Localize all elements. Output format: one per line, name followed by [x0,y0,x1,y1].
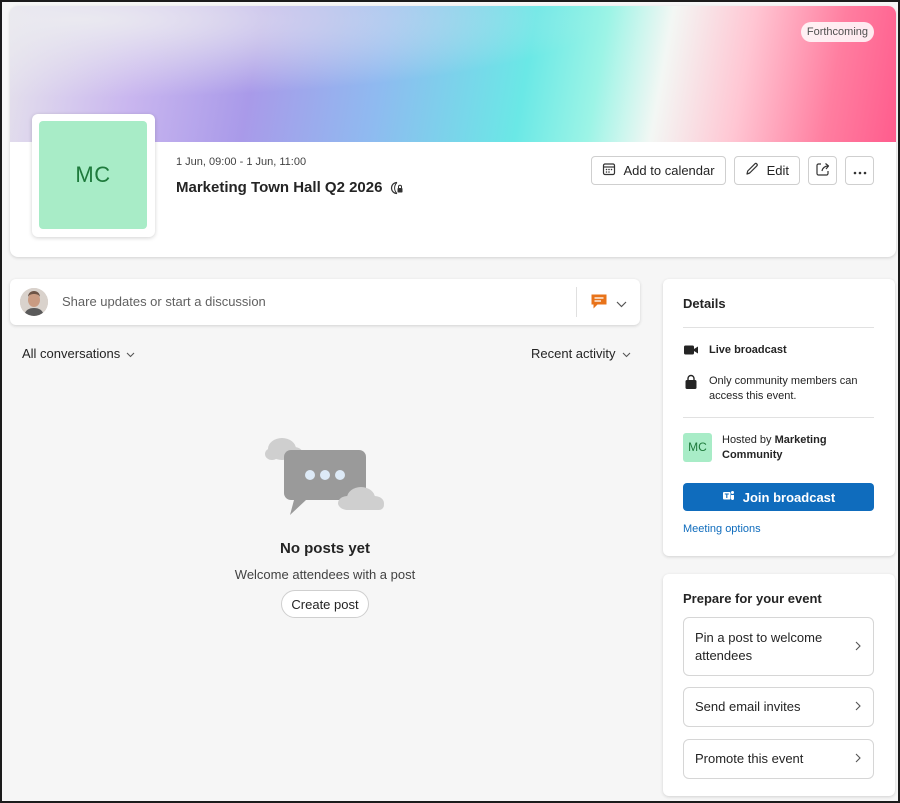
add-to-calendar-label: Add to calendar [623,163,715,178]
chevron-down-icon [126,346,135,361]
event-actions: Add to calendar Edit [590,156,874,185]
broadcast-type-label: Live broadcast [709,344,787,356]
chevron-down-icon [616,295,627,313]
pencil-icon [745,162,759,179]
conversation-filter-label: All conversations [22,346,121,361]
event-header-card: Forthcoming MC 1 Jun, 09:00 - 1 Jun, 11:… [10,6,896,257]
host-name-line-1[interactable]: Marketing [775,434,827,446]
prep-item-pin-post[interactable]: Pin a post to welcome attendees [683,617,874,676]
host-row: MC Hosted by Marketing Community [683,433,827,463]
details-title: Details [683,296,726,311]
divider [683,327,874,328]
lock-icon [683,374,699,404]
community-avatar: MC [39,121,147,229]
create-post-button[interactable]: Create post [281,590,369,618]
calendar-icon [602,162,616,179]
prep-item-line-1: Pin a post to welcome [695,629,823,645]
chevron-right-icon [855,698,861,716]
hosted-by-prefix: Hosted by [722,434,775,446]
user-avatar [20,288,48,316]
host-text: Hosted by Marketing Community [722,433,827,463]
empty-state-subtitle: Welcome attendees with a post [234,567,416,582]
empty-conversation-illustration [264,434,386,518]
event-title-row: Marketing Town Hall Q2 2026 [176,179,404,196]
details-card: Details Live broadcast Only community me… [663,279,895,556]
access-text: Only community members can access this e… [709,374,858,404]
prep-item-email-invites[interactable]: Send email invites [683,687,874,727]
conversation-filter[interactable]: All conversations [22,346,135,361]
prepare-card: Prepare for your event Pin a post to wel… [663,574,895,796]
edit-label: Edit [766,163,789,178]
post-type-selector[interactable] [590,292,627,315]
prep-item-line-2: attendees [695,647,753,663]
prep-item-label: Pin a post to welcome attendees [695,629,822,665]
discussion-icon [590,292,608,315]
host-name-line-2[interactable]: Community [722,449,783,461]
host-avatar: MC [683,433,712,462]
more-options-button[interactable] [845,156,874,185]
empty-state-title: No posts yet [279,540,370,557]
share-button[interactable] [808,156,837,185]
prepare-title: Prepare for your event [683,591,822,606]
teams-icon [722,489,735,505]
status-badge: Forthcoming [800,22,874,42]
broadcast-type-row: Live broadcast [683,343,787,362]
prep-item-promote-event[interactable]: Promote this event [683,739,874,779]
prep-item-label: Send email invites [695,699,801,714]
divider [683,417,874,418]
community-avatar-frame: MC [32,114,155,237]
edit-button[interactable]: Edit [733,156,800,185]
video-camera-icon [683,343,699,362]
join-broadcast-label: Join broadcast [742,489,836,505]
compose-divider [576,287,577,317]
chevron-right-icon [855,750,861,768]
compose-bar[interactable]: Share updates or start a discussion [10,279,640,325]
access-line-2: access this event. [709,390,797,402]
access-row: Only community members can access this e… [683,374,858,404]
sort-filter[interactable]: Recent activity [531,346,631,361]
access-line-1: Only community members can [709,375,858,387]
join-broadcast-button[interactable]: Join broadcast [683,483,874,511]
add-to-calendar-button[interactable]: Add to calendar [590,156,726,185]
meeting-options-link[interactable]: Meeting options [683,523,761,535]
chevron-right-icon [855,638,861,656]
prep-item-label: Promote this event [695,751,804,766]
sort-filter-label: Recent activity [531,346,616,361]
app-frame: Forthcoming MC 1 Jun, 09:00 - 1 Jun, 11:… [0,0,900,803]
event-date-range: 1 Jun, 09:00 - 1 Jun, 11:00 [176,156,307,168]
private-event-icon [390,181,404,195]
chevron-down-icon [622,346,631,361]
compose-input[interactable]: Share updates or start a discussion [62,294,266,309]
event-title: Marketing Town Hall Q2 2026 [176,179,383,196]
more-icon [852,163,868,178]
share-icon [815,161,831,180]
